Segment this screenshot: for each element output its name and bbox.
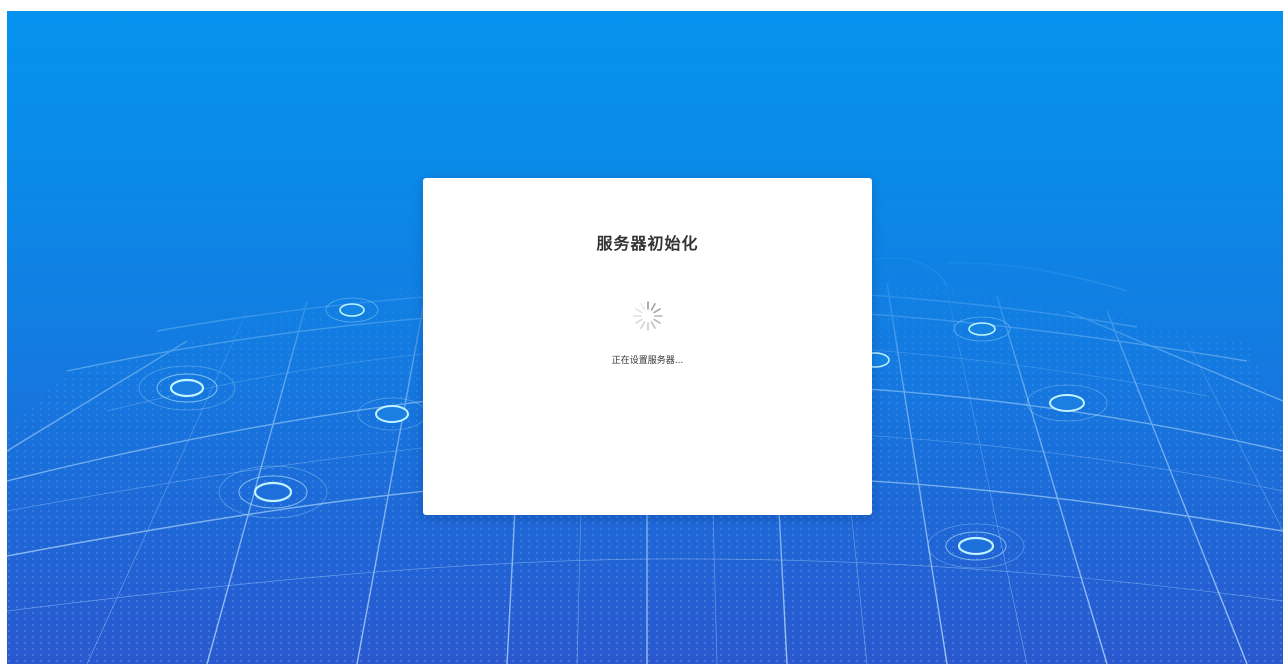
loading-spinner-icon	[633, 301, 663, 331]
server-init-dialog: 服务器初始化 正在设置服务器...	[423, 178, 872, 515]
dialog-title: 服务器初始化	[596, 234, 699, 253]
page-background: 服务器初始化 正在设置服务器...	[7, 11, 1283, 664]
status-message: 正在设置服务器...	[611, 356, 684, 366]
